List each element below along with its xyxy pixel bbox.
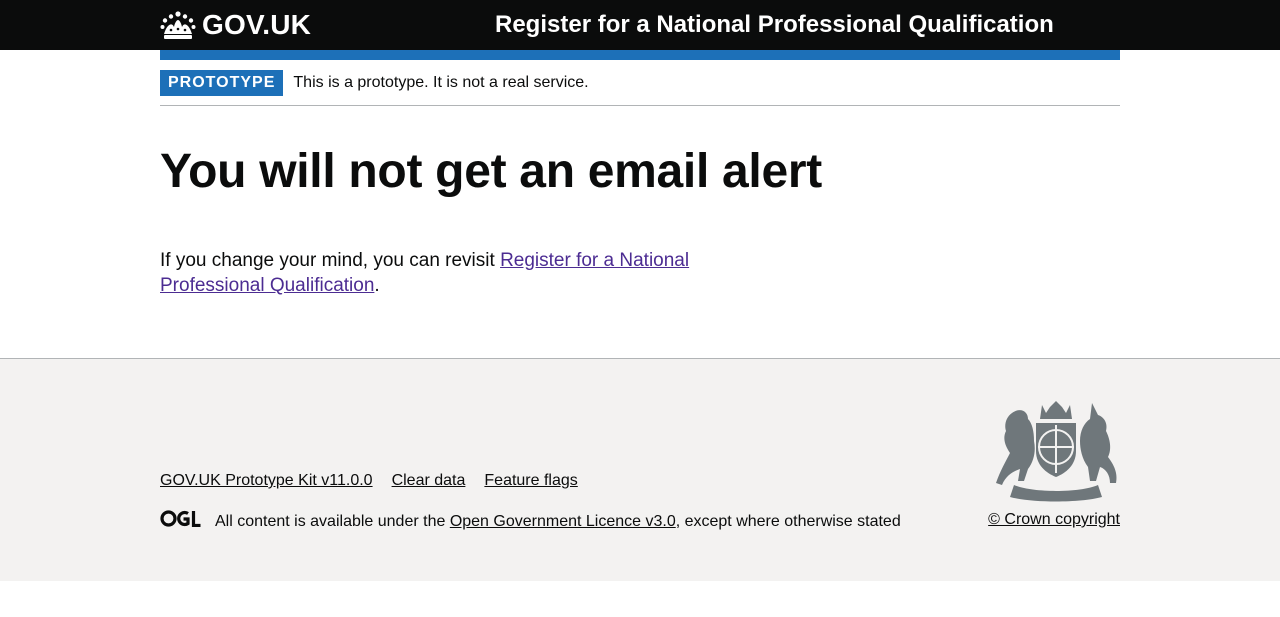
govuk-logo-link[interactable]: GOV.UK xyxy=(160,8,311,42)
phase-banner-text: This is a prototype. It is not a real se… xyxy=(293,74,589,91)
licence-prefix: All content is available under the xyxy=(215,512,450,530)
royal-coat-of-arms-icon xyxy=(992,399,1120,503)
body-text-suffix: . xyxy=(374,275,380,296)
header-accent-bar xyxy=(160,50,1120,60)
footer-link-prototype-kit[interactable]: GOV.UK Prototype Kit v11.0.0 xyxy=(160,471,373,491)
main-container: PROTOTYPE This is a prototype. It is not… xyxy=(160,60,1120,358)
footer-link-feature-flags[interactable]: Feature flags xyxy=(484,471,577,491)
footer-link-clear-data[interactable]: Clear data xyxy=(392,471,466,491)
licence-suffix: , except where otherwise stated xyxy=(675,512,901,530)
phase-banner: PROTOTYPE This is a prototype. It is not… xyxy=(160,60,1120,106)
licence-link[interactable]: Open Government Licence v3.0 xyxy=(450,512,676,532)
crown-icon xyxy=(160,10,196,40)
crown-copyright-link[interactable]: © Crown copyright xyxy=(988,510,1120,530)
service-name-link[interactable]: Register for a National Professional Qua… xyxy=(495,10,1054,40)
site-header: GOV.UK Register for a National Professio… xyxy=(0,0,1280,50)
page-title: You will not get an email alert xyxy=(160,145,822,198)
footer-container: GOV.UK Prototype Kit v11.0.0 Clear data … xyxy=(160,359,1120,582)
header-container: GOV.UK Register for a National Professio… xyxy=(160,0,1120,50)
body-text-prefix: If you change your mind, you can revisit xyxy=(160,250,501,271)
body-paragraph: If you change your mind, you can revisit… xyxy=(160,248,780,298)
main-content: You will not get an email alert If you c… xyxy=(160,106,1120,358)
licence-statement: All content is available under the Open … xyxy=(160,510,901,533)
govuk-logo-text: GOV.UK xyxy=(202,9,312,40)
phase-tag: PROTOTYPE xyxy=(160,70,284,96)
footer-links: GOV.UK Prototype Kit v11.0.0 Clear data … xyxy=(160,471,597,491)
ogl-logo-icon xyxy=(160,510,201,533)
site-footer: GOV.UK Prototype Kit v11.0.0 Clear data … xyxy=(0,358,1280,581)
